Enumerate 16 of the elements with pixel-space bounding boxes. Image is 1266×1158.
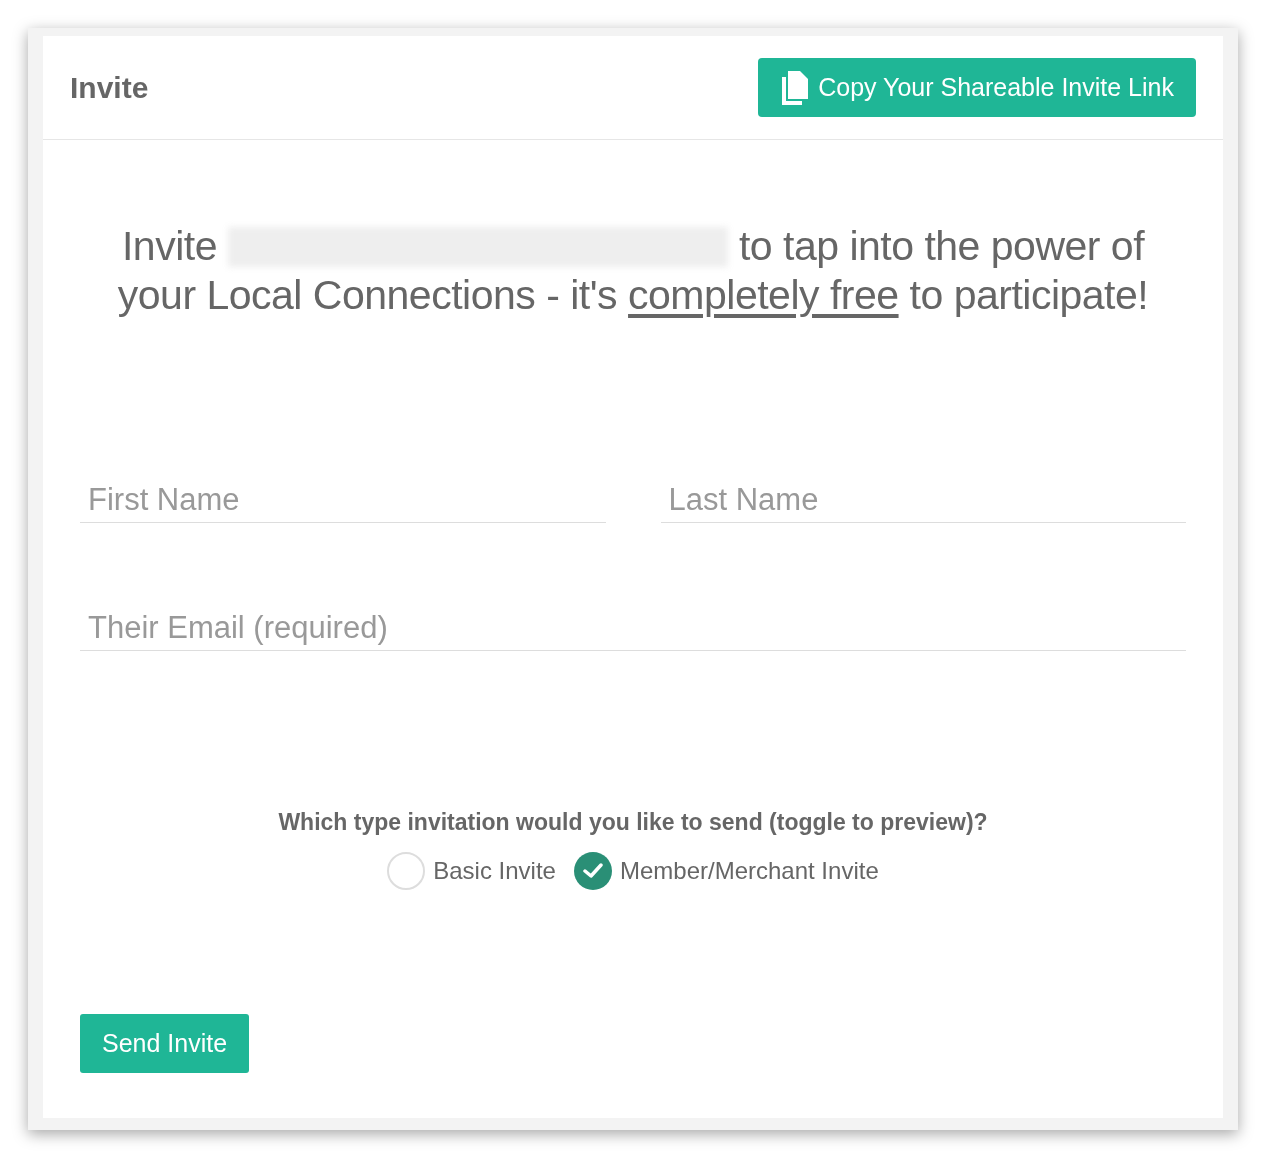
invite-type-option[interactable]: Member/Merchant Invite: [573, 852, 879, 890]
name-field[interactable]: Last Name: [660, 480, 1186, 523]
email-field[interactable]: Their Email (required): [80, 608, 1186, 651]
headline-text: Invite: [121, 222, 217, 271]
headline-text: to tap into the power of: [738, 222, 1145, 271]
name-field[interactable]: First Name: [80, 480, 606, 523]
check-icon: [582, 863, 603, 879]
invite-type-option[interactable]: Basic Invite: [387, 852, 556, 890]
radio-button[interactable]: [573, 852, 612, 890]
free-link[interactable]: completely free: [628, 271, 899, 320]
card-title: Invite: [70, 70, 149, 105]
radio-button[interactable]: [387, 852, 426, 890]
headline-text: your Local Connections - it's: [117, 271, 618, 320]
copy-icon: [780, 70, 811, 105]
headline-text: to participate!: [909, 271, 1149, 320]
invite-type-question: Which type invitation would you like to send (toggle to preview)?: [277, 809, 989, 836]
